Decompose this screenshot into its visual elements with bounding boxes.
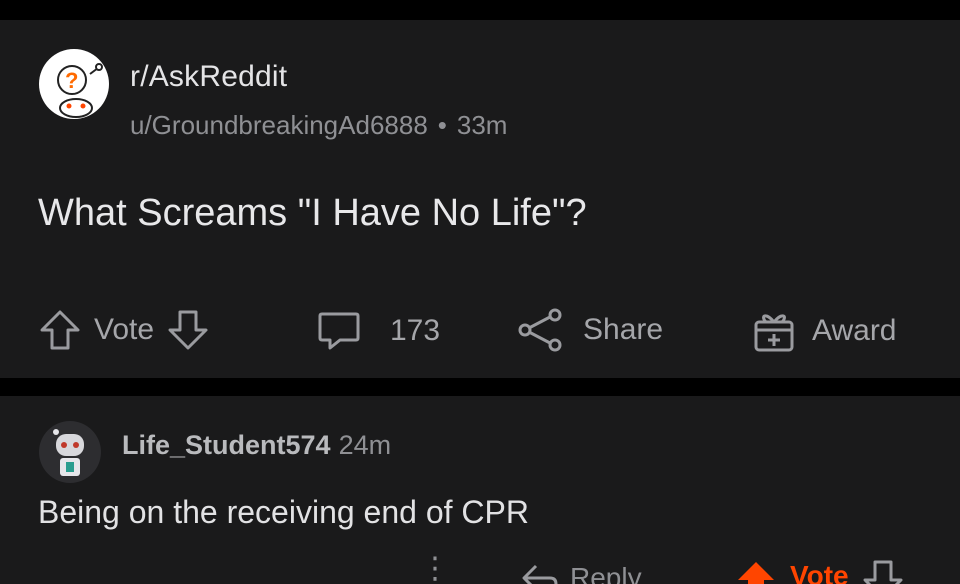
post-meta: u/GroundbreakingAd6888 • 33m [130, 110, 507, 141]
comment-vote-label: Vote [790, 560, 849, 584]
share-icon [517, 308, 563, 352]
share-label: Share [583, 313, 664, 346]
comments-button[interactable]: 173 [316, 310, 440, 352]
post-vote-label: Vote [94, 313, 155, 346]
user-avatar-icon [39, 421, 101, 483]
award-button[interactable]: Award [752, 308, 897, 354]
comment-avatar[interactable] [38, 420, 102, 484]
post-vote-control: Vote [38, 308, 210, 352]
downvote-icon[interactable] [166, 308, 210, 352]
more-icon[interactable]: ⋮ [420, 556, 450, 584]
reply-button[interactable]: Reply [520, 562, 642, 584]
upvote-icon[interactable] [38, 308, 82, 352]
meta-separator: • [437, 110, 447, 140]
upvote-icon[interactable] [736, 560, 776, 584]
comment-author[interactable]: Life_Student574 [122, 430, 331, 460]
askreddit-avatar-icon: ? [39, 49, 109, 119]
post-title[interactable]: What Screams "I Have No Life"? [38, 192, 587, 235]
comment-vote-control: Vote [736, 560, 903, 584]
share-button[interactable]: Share [517, 308, 663, 352]
comment-actions: ⋮ Reply Vote [0, 556, 960, 584]
comment-author-line: Life_Student574 24m [122, 430, 391, 461]
post-age: 33m [456, 110, 508, 140]
comment-icon [316, 310, 362, 352]
subreddit-avatar[interactable]: ? [38, 48, 110, 120]
subreddit-name[interactable]: r/AskReddit [130, 60, 287, 94]
post-author[interactable]: u/GroundbreakingAd6888 [130, 110, 428, 140]
award-icon [752, 308, 796, 354]
comment-body: Being on the receiving end of CPR [38, 494, 529, 530]
section-divider [0, 378, 960, 396]
reply-icon [520, 562, 560, 584]
reply-label: Reply [570, 562, 642, 584]
comment-age: 24m [338, 430, 392, 460]
post-actions: Vote 173 Share Award [0, 300, 960, 364]
svg-text:?: ? [65, 68, 78, 93]
downvote-icon[interactable] [863, 560, 903, 584]
comment-count: 173 [390, 314, 441, 347]
top-bar [0, 0, 960, 20]
award-label: Award [812, 314, 897, 347]
